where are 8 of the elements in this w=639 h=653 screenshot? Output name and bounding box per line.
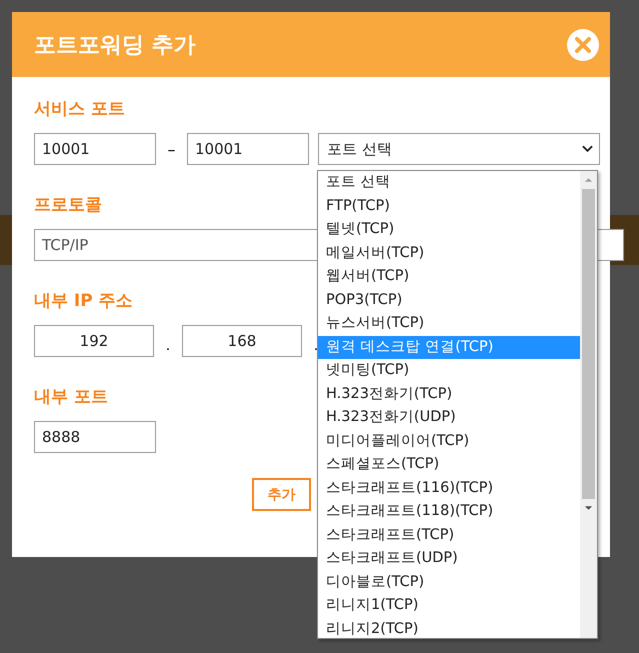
ip-separator: . (312, 337, 320, 354)
section-label: 서비스 포트 (34, 98, 125, 120)
range-separator: – (166, 140, 176, 158)
ip-separator: . (164, 337, 172, 354)
section-label: 내부 IP 주소 (34, 290, 133, 312)
dialog-title: 포트포워딩 추가 (34, 32, 196, 60)
section-label: 내부 포트 (34, 386, 108, 408)
section-label: 프로토콜 (34, 194, 102, 216)
